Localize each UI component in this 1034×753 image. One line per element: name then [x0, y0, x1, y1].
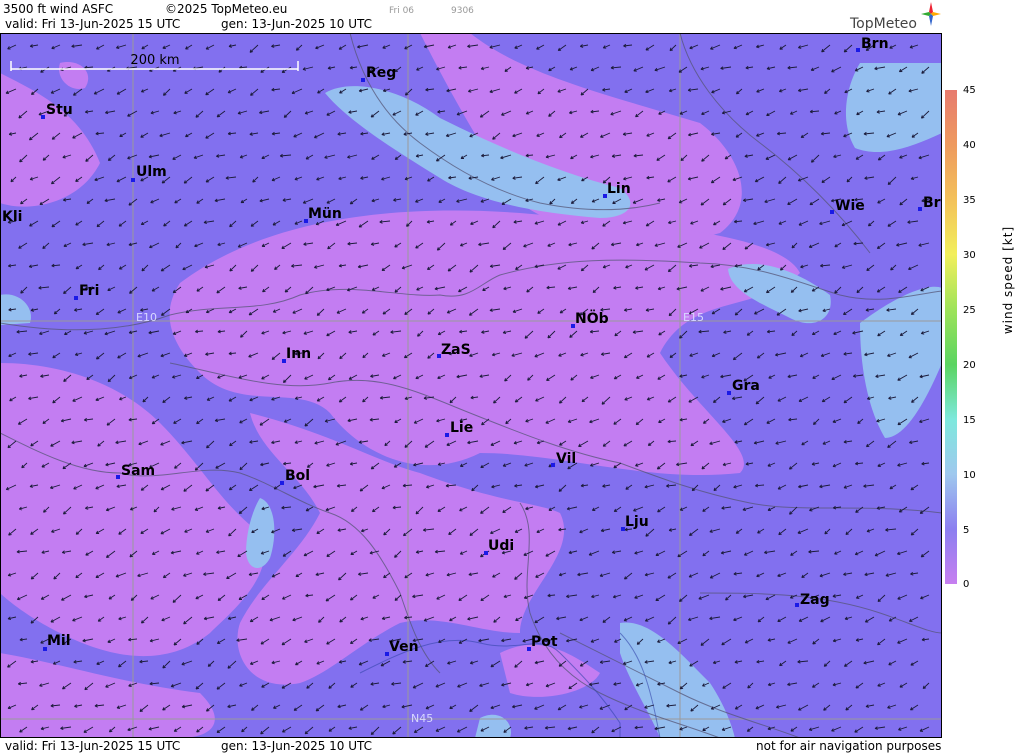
product-title: 3500 ft wind ASFC [3, 2, 114, 16]
city-label-sam: Sam [121, 463, 155, 479]
city-marker [551, 463, 555, 467]
tick-label: 20 [963, 360, 976, 371]
city-label-lin: Lin [607, 181, 631, 197]
city-label-wie: Wie [835, 198, 865, 214]
city-label-udi: Udi [488, 538, 514, 554]
grid-label-e15: E15 [683, 311, 704, 324]
tick-label: 15 [963, 415, 976, 426]
city-marker [918, 207, 922, 211]
tick-label: 40 [963, 140, 976, 151]
tiny-day: Fri 06 [389, 6, 415, 16]
copyright: ©2025 TopMeteo.eu [165, 2, 288, 16]
city-marker [795, 603, 799, 607]
disclaimer: not for air navigation purposes [756, 739, 942, 753]
city-marker [361, 78, 365, 82]
city-label-brn: Brn [861, 36, 889, 52]
tick-label: 25 [963, 305, 976, 316]
valid-time: valid: Fri 13-Jun-2025 15 UTC [5, 17, 181, 31]
tiny-code: 9306 [451, 6, 474, 16]
city-label-mun: Mün [308, 206, 342, 222]
city-label-ulm: Ulm [136, 164, 167, 180]
scale-label: 200 km [130, 53, 179, 68]
city-marker [727, 391, 731, 395]
city-label-ven: Ven [389, 639, 419, 655]
city-label-bol: Bol [285, 468, 310, 484]
footer-valid-time: valid: Fri 13-Jun-2025 15 UTC [5, 739, 181, 753]
city-label-lie: Lie [450, 420, 473, 436]
city-label-pot: Pot [531, 634, 558, 650]
city-marker [280, 481, 284, 485]
topmeteo-logo: TopMeteo [850, 16, 917, 32]
colorbar-title: wind speed [kt] [1001, 225, 1015, 335]
city-marker [856, 48, 860, 52]
city-label-br: Br [923, 195, 941, 211]
city-label-fri: Fri [79, 283, 99, 299]
city-label-gra: Gra [732, 378, 760, 394]
city-label-zas: ZaS [441, 342, 471, 358]
tick-label: 35 [963, 195, 976, 206]
tick-label: 0 [963, 579, 970, 590]
city-marker [131, 178, 135, 182]
tick-label: 10 [963, 470, 976, 481]
tick-label: 5 [963, 525, 970, 536]
gen-time: gen: 13-Jun-2025 10 UTC [221, 17, 373, 31]
city-label-vil: Vil [556, 451, 576, 467]
wind-speed-colorbar [945, 90, 957, 584]
city-label-reg: Reg [366, 65, 396, 81]
grid-label-n45: N45 [411, 712, 433, 725]
wind-map[interactable]: 200 km E10 E15 N45 Stu Reg Brn Ulm Lin K… [0, 33, 942, 738]
city-label-mil: Mil [47, 633, 71, 649]
city-marker [445, 433, 449, 437]
city-label-nob: NÖb [575, 309, 609, 327]
city-label-lju: Lju [625, 514, 649, 530]
city-label-stu: Stu [46, 102, 73, 118]
compass-logo-icon [921, 2, 941, 26]
city-marker [116, 475, 120, 479]
tick-label: 30 [963, 250, 976, 261]
city-label-inn: Inn [286, 346, 311, 362]
city-marker [41, 115, 45, 119]
grid-label-e10: E10 [136, 311, 157, 324]
city-label-kli: Kli [2, 209, 22, 225]
city-label-zag: Zag [800, 592, 830, 608]
tick-label: 45 [963, 85, 976, 96]
city-marker [830, 210, 834, 214]
footer-gen-time: gen: 13-Jun-2025 10 UTC [221, 739, 373, 753]
city-marker [74, 296, 78, 300]
